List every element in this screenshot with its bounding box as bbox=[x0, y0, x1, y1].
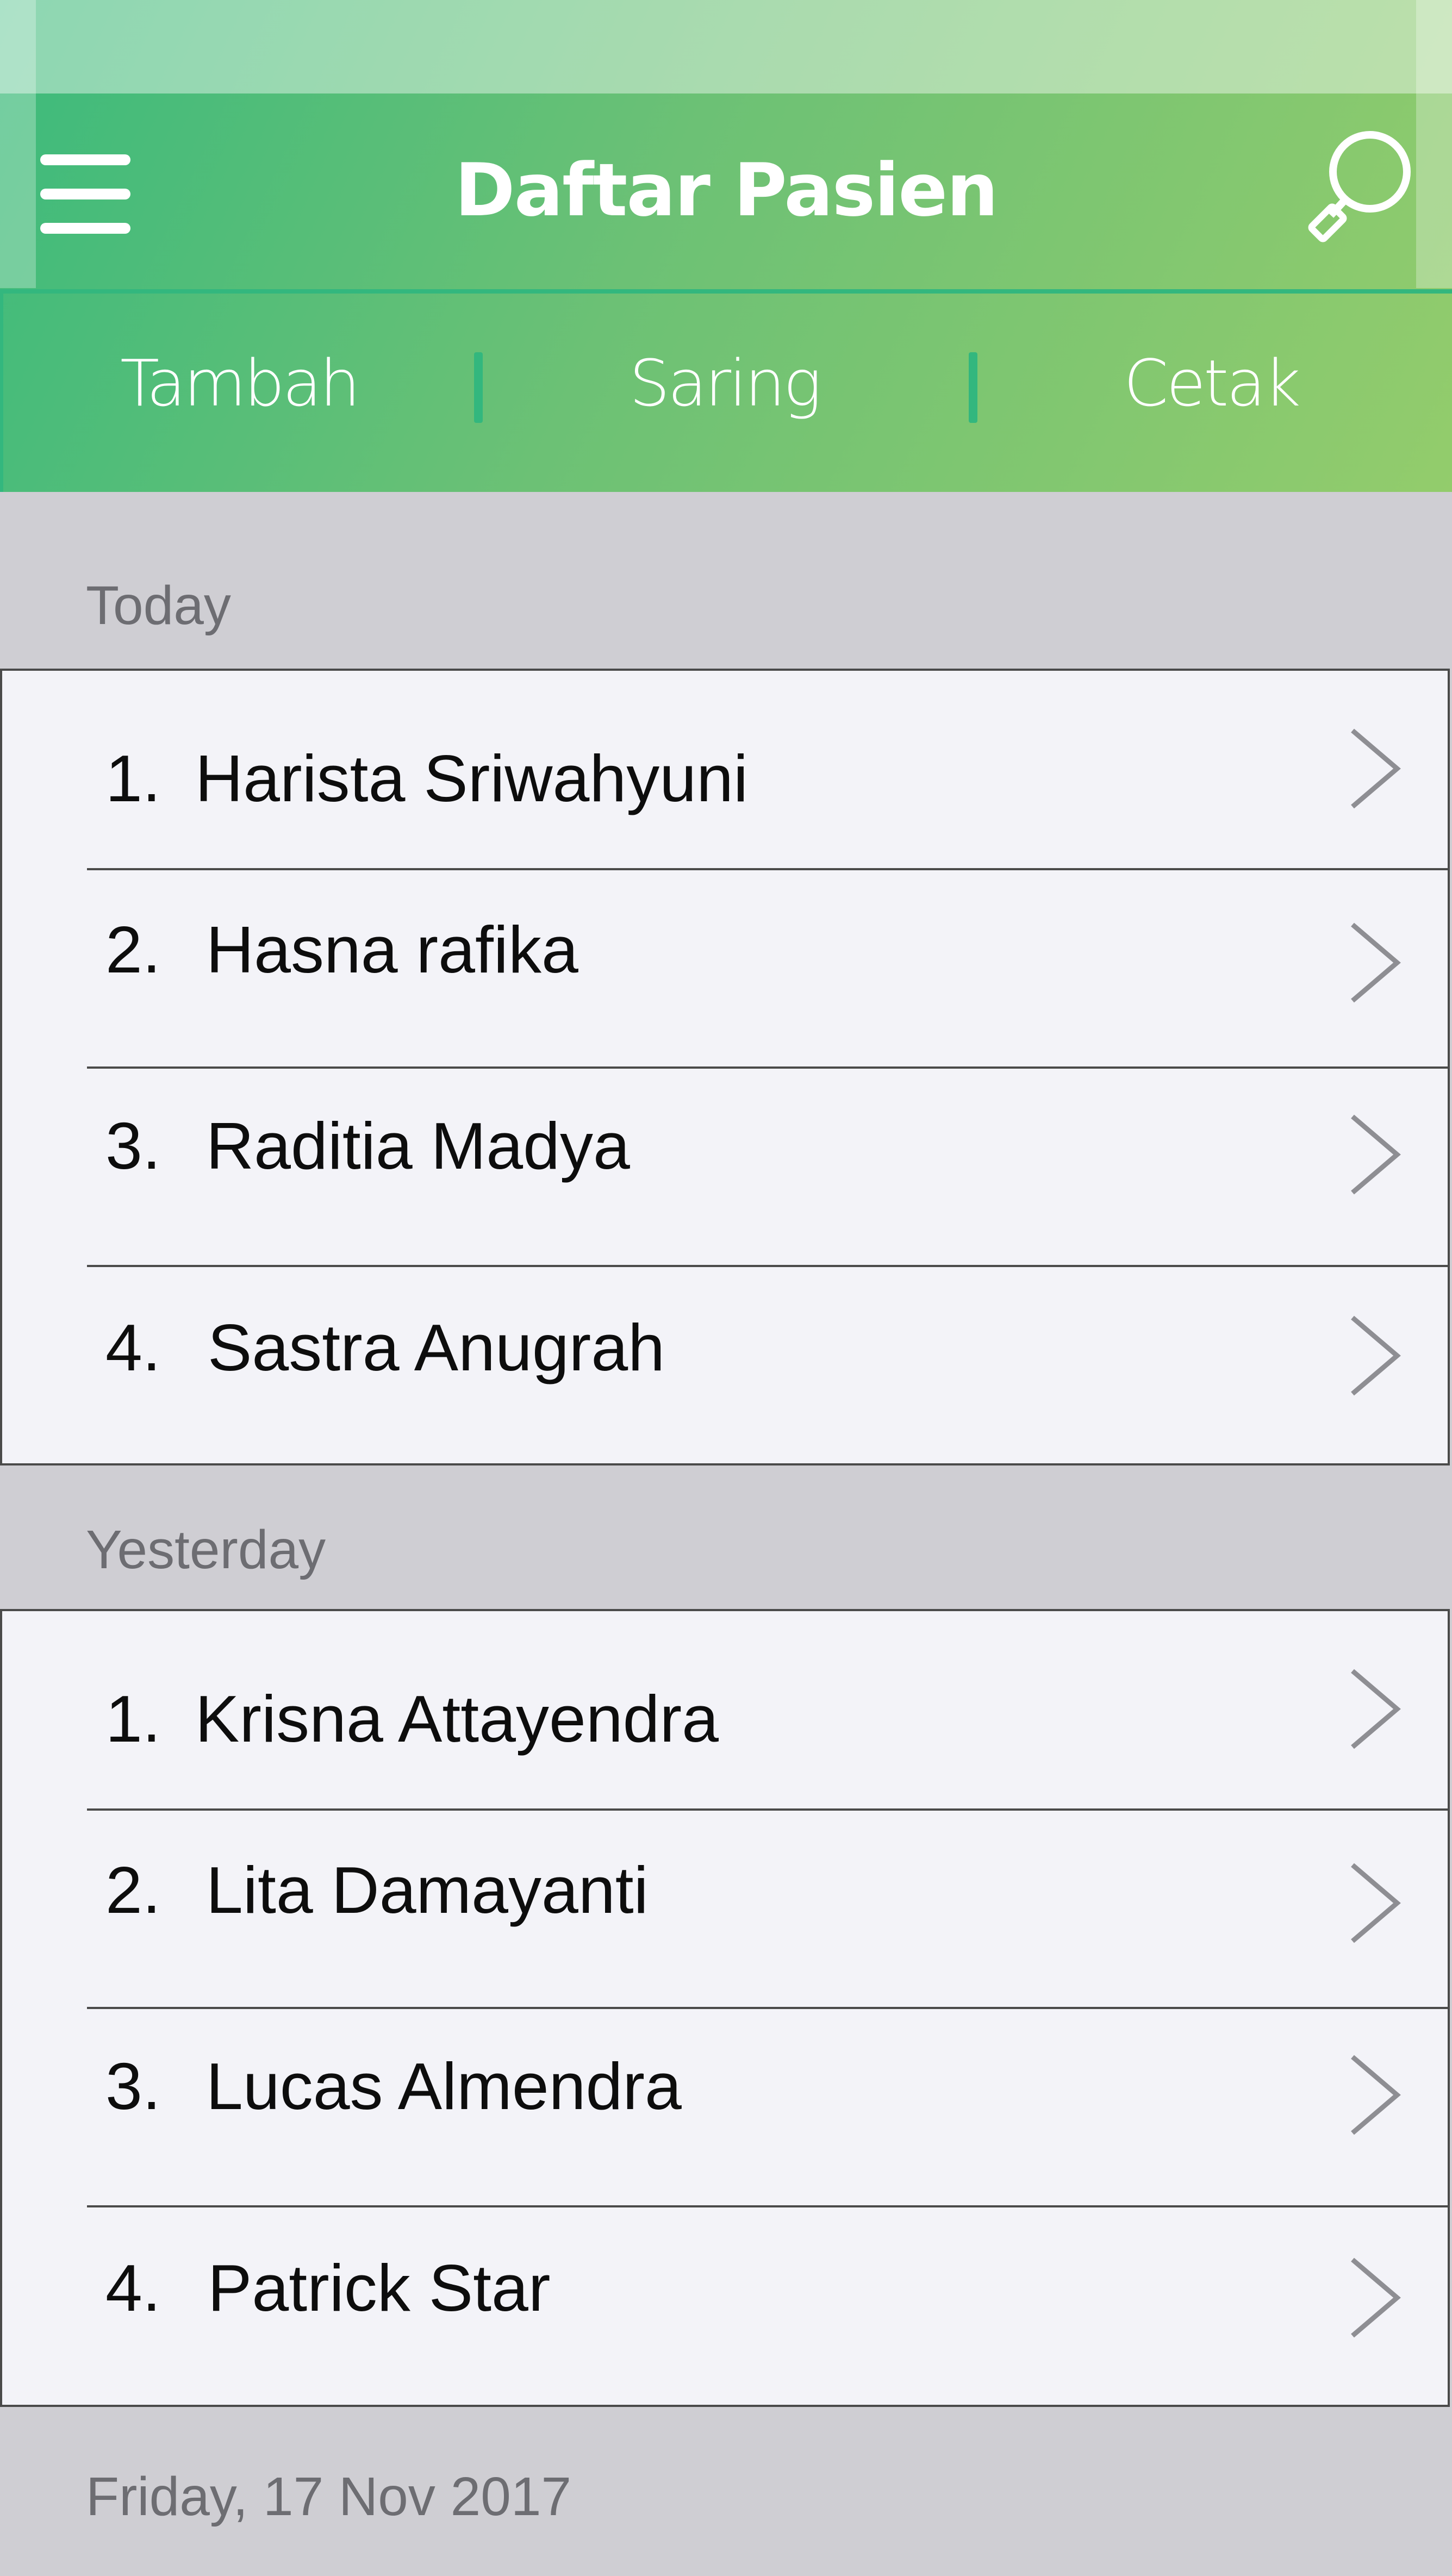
chevron-right-icon bbox=[1351, 922, 1401, 1003]
patient-name: Hasna rafika bbox=[206, 913, 578, 987]
patient-row[interactable]: 4. Patrick Star bbox=[2, 2206, 1448, 2405]
chevron-right-icon bbox=[1351, 1315, 1401, 1396]
section-header-yesterday: Yesterday bbox=[0, 1465, 1452, 1609]
search-icon[interactable] bbox=[1305, 127, 1413, 258]
page-title: Daftar Pasien bbox=[454, 148, 998, 233]
row-number: 4. bbox=[105, 2251, 161, 2325]
section-label: Yesterday bbox=[86, 1519, 326, 1580]
segment-cetak[interactable]: Cetak bbox=[970, 294, 1452, 492]
segment-tambah[interactable]: Tambah bbox=[0, 294, 478, 492]
chevron-right-icon bbox=[1351, 728, 1401, 809]
row-number: 2. bbox=[105, 913, 161, 987]
row-number: 2. bbox=[105, 1853, 161, 1927]
section-label: Today bbox=[86, 575, 231, 636]
patient-name: Raditia Madya bbox=[206, 1109, 630, 1183]
patient-row[interactable]: 4. Sastra Anugrah bbox=[2, 1266, 1448, 1464]
status-bar bbox=[0, 0, 1452, 93]
row-number: 3. bbox=[105, 2049, 161, 2123]
patient-row[interactable]: 2. Hasna rafika bbox=[2, 869, 1448, 1069]
chevron-right-icon bbox=[1351, 1114, 1401, 1195]
chevron-right-icon bbox=[1351, 1863, 1401, 1943]
patient-name: Sastra Anugrah bbox=[208, 1311, 665, 1384]
header-divider bbox=[0, 289, 1452, 294]
patient-name: Lucas Almendra bbox=[206, 2049, 682, 2123]
patient-row[interactable]: 3. Raditia Madya bbox=[2, 1068, 1448, 1267]
patient-group-today: 1. Harista Sriwahyuni 2. Hasna rafika 3.… bbox=[0, 669, 1450, 1465]
patient-name: Harista Sriwahyuni bbox=[195, 741, 749, 815]
patient-group-yesterday: 1. Krisna Attayendra 2. Lita Damayanti 3… bbox=[0, 1609, 1450, 2407]
section-label: Friday, 17 Nov 2017 bbox=[86, 2466, 572, 2527]
segment-saring[interactable]: Saring bbox=[478, 294, 970, 492]
chevron-right-icon bbox=[1351, 1669, 1401, 1749]
section-header-friday: Friday, 17 Nov 2017 bbox=[0, 2407, 1452, 2576]
row-number: 1. bbox=[105, 741, 161, 815]
section-header-today: Today bbox=[0, 492, 1452, 669]
patient-row[interactable]: 3. Lucas Almendra bbox=[2, 2008, 1448, 2207]
row-number: 3. bbox=[105, 1109, 161, 1183]
patient-row[interactable]: 1. Harista Sriwahyuni bbox=[2, 671, 1448, 870]
action-segmented-control: Tambah Saring Cetak bbox=[0, 294, 1452, 492]
patient-name: Patrick Star bbox=[208, 2251, 551, 2325]
patient-row[interactable]: 2. Lita Damayanti bbox=[2, 1810, 1448, 2009]
row-number: 4. bbox=[105, 1311, 161, 1384]
navigation-header: Daftar Pasien Tambah Saring Cetak bbox=[0, 0, 1452, 492]
header-right-edge bbox=[1416, 0, 1452, 288]
patient-row[interactable]: 1. Krisna Attayendra bbox=[2, 1611, 1448, 1811]
chevron-right-icon bbox=[1351, 2055, 1401, 2135]
header-left-edge bbox=[0, 0, 36, 288]
patient-name: Lita Damayanti bbox=[206, 1853, 649, 1927]
patient-name: Krisna Attayendra bbox=[195, 1682, 719, 1756]
row-number: 1. bbox=[105, 1682, 161, 1756]
chevron-right-icon bbox=[1351, 2257, 1401, 2338]
